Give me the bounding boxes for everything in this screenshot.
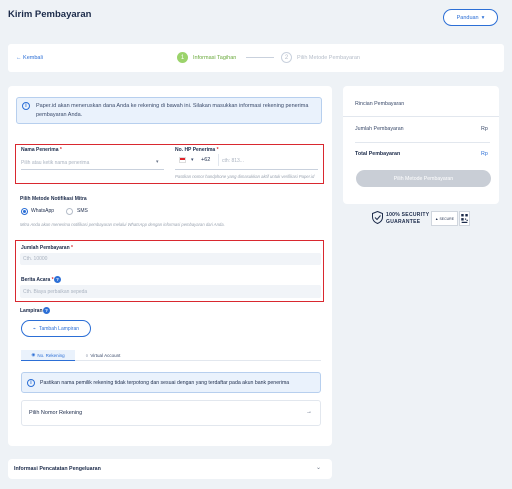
chevron-down-icon[interactable]: ▾: [156, 159, 159, 165]
country-code: +62: [201, 157, 211, 163]
notification-hint: Mitra Anda akan menerima notifikasi pemb…: [20, 222, 225, 227]
tab-virtual-account-label: Virtual Account: [90, 353, 121, 358]
summary-total-label: Total Pembayaran: [355, 151, 401, 157]
phone-hint: Pastikan nomor handphone yang dimasukkan…: [175, 174, 315, 179]
add-attachment-button[interactable]: ⌁ Tambah Lampiran: [21, 320, 91, 337]
recipient-name-underline: [21, 169, 164, 170]
step-1-label: Informasi Tagihan: [193, 55, 237, 61]
recipient-phone-input[interactable]: cth: 813...: [222, 158, 244, 164]
add-attachment-label: Tambah Lampiran: [38, 325, 80, 332]
news-placeholder: Cth. Biaya perbaikan sepeda: [23, 289, 88, 295]
summary-title: Rincian Pembayaran: [355, 101, 405, 107]
chevron-down-icon[interactable]: ⌄: [316, 464, 321, 471]
secure-text: SECURE: [439, 216, 455, 221]
summary-amount-label: Jumlah Pembayaran: [355, 126, 404, 132]
news-label: Berita Acara *: [21, 277, 54, 283]
amount-label: Jumlah Pembayaran *: [21, 245, 73, 251]
expense-label: Informasi Pencatatan Pengeluaran: [14, 466, 101, 472]
sms-label: SMS: [77, 208, 88, 214]
arrow-left-icon: ←: [16, 55, 22, 61]
page-title: Kirim Pembayaran: [8, 9, 92, 20]
step-divider: [246, 57, 274, 58]
qr-code-icon: [459, 211, 470, 226]
stepper-bar: [8, 44, 504, 72]
attachment-label: Lampiran: [20, 308, 43, 314]
guide-label: Panduan: [456, 14, 479, 21]
whatsapp-label: WhatsApp: [31, 208, 55, 214]
country-caret-icon[interactable]: ▾: [191, 157, 194, 163]
secure-badge: ▲ SECURE: [431, 211, 458, 226]
select-account-label: Pilih Nomor Rekening: [29, 410, 83, 416]
caret-down-icon: ▾: [481, 14, 485, 21]
step-2-label: Pilih Metode Pembayaran: [297, 55, 360, 61]
paperclip-icon: ⌁: [32, 325, 36, 332]
back-link[interactable]: ← Kembali: [16, 55, 43, 61]
info-icon: i: [22, 102, 30, 110]
phone-divider: [218, 154, 219, 166]
attachment-help-icon[interactable]: ?: [43, 307, 50, 314]
security-line-2: GUARANTEE: [386, 218, 421, 225]
notification-label: Pilih Metode Notifikasi Mitra: [20, 196, 87, 202]
tab-bank-account[interactable]: ◉ No. Rekening: [21, 350, 75, 361]
security-guarantee-badge: 100% SECURITY GUARANTEE: [386, 212, 429, 225]
tab-virtual-account[interactable]: ○ Virtual Account: [79, 350, 127, 361]
guide-button[interactable]: Panduan ▾: [443, 9, 498, 26]
amount-placeholder: Cth. 10000: [23, 256, 48, 262]
circle-icon: ○: [85, 353, 89, 358]
sms-radio[interactable]: [66, 208, 73, 215]
summary-separator: [343, 116, 499, 117]
choose-payment-method-button[interactable]: Pilih Metode Pembayaran: [356, 170, 491, 187]
check-circle-icon: ◉: [31, 352, 36, 357]
lock-icon: ▲: [434, 216, 439, 221]
whatsapp-radio[interactable]: [21, 208, 28, 215]
indonesia-flag-icon[interactable]: [179, 157, 186, 163]
recipient-phone-underline: [175, 169, 318, 170]
warning-info-icon: i: [27, 379, 35, 387]
recipient-phone-label: No. HP Penerima *: [175, 147, 219, 153]
back-label: Kembali: [23, 55, 43, 61]
amount-input[interactable]: [20, 253, 321, 265]
arrow-right-icon[interactable]: →: [306, 409, 312, 415]
step-1-number: 1: [177, 52, 188, 63]
info-banner-text: Paper.id akan meneruskan dana Anda ke re…: [36, 103, 309, 118]
step-2-number: 2: [281, 52, 292, 63]
recipient-name-label: Nama Penerima *: [21, 147, 62, 153]
recipient-name-input[interactable]: Pilih atau ketik nama penerima: [21, 160, 89, 166]
help-icon[interactable]: ?: [54, 276, 61, 283]
summary-total-value: Rp: [481, 151, 488, 157]
tab-bank-account-label: No. Rekening: [37, 352, 65, 358]
summary-amount-value: Rp: [481, 126, 488, 132]
warning-text: Pastikan nama pemilik rekening tidak ter…: [40, 380, 290, 386]
shield-check-icon: [372, 211, 383, 224]
security-line-1: 100% SECURITY: [386, 212, 430, 218]
summary-separator-2: [355, 142, 490, 143]
